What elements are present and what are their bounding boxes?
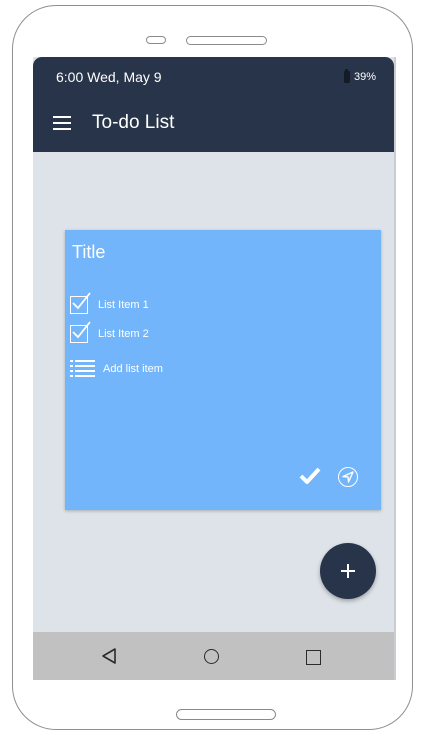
app-title: To-do List [92,112,175,133]
check-icon [72,292,91,310]
add-list-item-button[interactable]: Add list item [70,359,163,379]
back-icon[interactable] [101,647,117,665]
check-icon [72,321,91,339]
add-fab-button[interactable] [320,543,376,599]
checkbox-checked[interactable] [70,292,91,314]
battery-status: 39% [343,69,376,83]
checkbox-checked[interactable] [70,321,91,343]
battery-percentage: 39% [353,71,376,83]
add-list-item-label: Add list item [103,363,163,375]
check-icon[interactable] [299,467,321,485]
recents-icon[interactable] [306,650,321,665]
list-item-label: List Item 2 [98,328,149,340]
phone-screen: 6:00 Wed, May 9 39% To-do List Title Lis… [33,57,396,680]
home-button [176,709,276,720]
card-title[interactable]: Title [72,242,105,263]
list-icon [70,360,95,377]
status-time: 6:00 Wed, May 9 [56,69,162,85]
list-item[interactable]: List Item 1 [70,292,149,316]
list-item-label: List Item 1 [98,299,149,311]
navigate-icon[interactable] [338,467,358,487]
list-item[interactable]: List Item 2 [70,321,149,345]
camera-dot [146,36,166,44]
earpiece-speaker [186,36,267,45]
battery-icon [343,69,350,83]
app-bar: 6:00 Wed, May 9 39% To-do List [33,57,394,152]
hamburger-icon[interactable] [53,116,71,130]
todo-card[interactable]: Title List Item 1 List Item 2 Add list i… [65,230,381,510]
home-icon[interactable] [204,649,219,664]
system-navigation-bar [33,632,394,680]
